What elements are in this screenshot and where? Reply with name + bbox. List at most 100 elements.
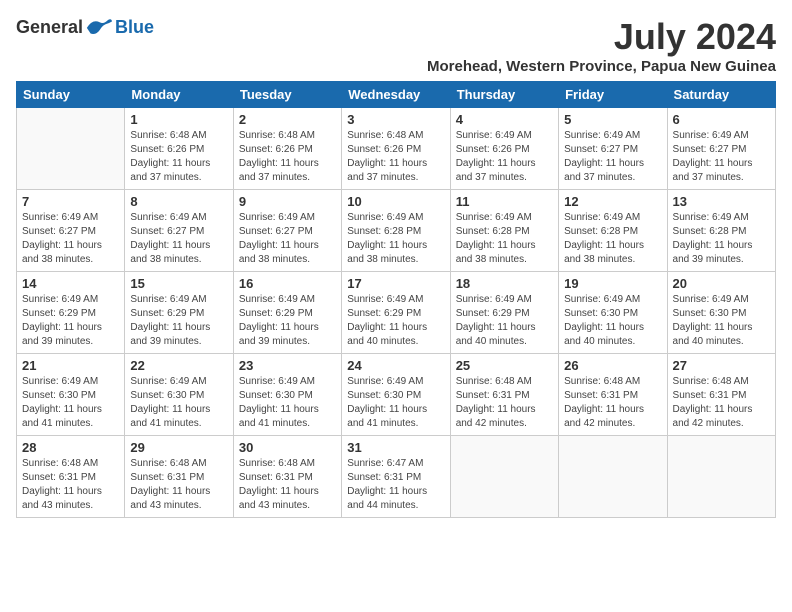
- calendar-table: SundayMondayTuesdayWednesdayThursdayFrid…: [16, 81, 776, 518]
- calendar-week-row: 28 Sunrise: 6:48 AMSunset: 6:31 PMDayligh…: [17, 436, 776, 518]
- day-number: 22: [130, 358, 227, 373]
- day-info: Sunrise: 6:48 AMSunset: 6:31 PMDaylight:…: [456, 375, 553, 431]
- calendar-cell: 7 Sunrise: 6:49 AMSunset: 6:27 PMDaylight…: [17, 190, 125, 272]
- day-info: Sunrise: 6:48 AMSunset: 6:26 PMDaylight:…: [130, 129, 227, 185]
- calendar-cell: 12Sunrise: 6:49 AMSunset: 6:28 PMDayligh…: [559, 190, 667, 272]
- day-number: 18: [456, 276, 553, 291]
- day-info: Sunrise: 6:48 AMSunset: 6:26 PMDaylight:…: [347, 129, 444, 185]
- calendar-cell: 31Sunrise: 6:47 AMSunset: 6:31 PMDayligh…: [342, 436, 450, 518]
- logo: General Blue: [16, 16, 154, 38]
- day-number: 11: [456, 194, 553, 209]
- calendar-header-saturday: Saturday: [667, 82, 775, 108]
- calendar-cell: [17, 108, 125, 190]
- calendar-week-row: 21 Sunrise: 6:49 AMSunset: 6:30 PMDayligh…: [17, 354, 776, 436]
- calendar-cell: 9 Sunrise: 6:49 AMSunset: 6:27 PMDaylight…: [233, 190, 341, 272]
- day-number: 3: [347, 112, 444, 127]
- main-title: July 2024: [427, 16, 776, 58]
- day-number: 10: [347, 194, 444, 209]
- day-number: 16: [239, 276, 336, 291]
- day-number: 29: [130, 440, 227, 455]
- calendar-cell: 15Sunrise: 6:49 AMSunset: 6:29 PMDayligh…: [125, 272, 233, 354]
- day-info: Sunrise: 6:49 AMSunset: 6:26 PMDaylight:…: [456, 129, 553, 185]
- calendar-cell: 25 Sunrise: 6:48 AMSunset: 6:31 PMDayligh…: [450, 354, 558, 436]
- day-info: Sunrise: 6:48 AMSunset: 6:31 PMDaylight:…: [130, 457, 227, 513]
- calendar-header-friday: Friday: [559, 82, 667, 108]
- day-info: Sunrise: 6:49 AMSunset: 6:27 PMDaylight:…: [239, 211, 336, 267]
- day-number: 14: [22, 276, 119, 291]
- day-info: Sunrise: 6:49 AMSunset: 6:29 PMDaylight:…: [239, 293, 336, 349]
- subtitle: Morehead, Western Province, Papua New Gu…: [427, 58, 776, 75]
- calendar-cell: 14 Sunrise: 6:49 AMSunset: 6:29 PMDayligh…: [17, 272, 125, 354]
- calendar-header-wednesday: Wednesday: [342, 82, 450, 108]
- day-info: Sunrise: 6:48 AMSunset: 6:31 PMDaylight:…: [564, 375, 661, 431]
- calendar-header-row: SundayMondayTuesdayWednesdayThursdayFrid…: [17, 82, 776, 108]
- calendar-cell: 16 Sunrise: 6:49 AMSunset: 6:29 PMDayligh…: [233, 272, 341, 354]
- calendar-header-tuesday: Tuesday: [233, 82, 341, 108]
- calendar-cell: 20Sunrise: 6:49 AMSunset: 6:30 PMDayligh…: [667, 272, 775, 354]
- calendar-cell: 4Sunrise: 6:49 AMSunset: 6:26 PMDaylight…: [450, 108, 558, 190]
- calendar-cell: [559, 436, 667, 518]
- day-info: Sunrise: 6:48 AMSunset: 6:31 PMDaylight:…: [239, 457, 336, 513]
- day-info: Sunrise: 6:49 AMSunset: 6:30 PMDaylight:…: [239, 375, 336, 431]
- day-info: Sunrise: 6:48 AMSunset: 6:31 PMDaylight:…: [673, 375, 770, 431]
- day-number: 15: [130, 276, 227, 291]
- calendar-cell: 21 Sunrise: 6:49 AMSunset: 6:30 PMDayligh…: [17, 354, 125, 436]
- calendar-cell: [450, 436, 558, 518]
- day-number: 1: [130, 112, 227, 127]
- calendar-header-sunday: Sunday: [17, 82, 125, 108]
- title-section: July 2024 Morehead, Western Province, Pa…: [427, 16, 776, 75]
- day-info: Sunrise: 6:49 AMSunset: 6:30 PMDaylight:…: [347, 375, 444, 431]
- calendar-cell: 3 Sunrise: 6:48 AMSunset: 6:26 PMDaylight…: [342, 108, 450, 190]
- day-info: Sunrise: 6:49 AMSunset: 6:28 PMDaylight:…: [347, 211, 444, 267]
- day-info: Sunrise: 6:49 AMSunset: 6:28 PMDaylight:…: [564, 211, 661, 267]
- calendar-week-row: 14 Sunrise: 6:49 AMSunset: 6:29 PMDayligh…: [17, 272, 776, 354]
- calendar-cell: 5Sunrise: 6:49 AMSunset: 6:27 PMDaylight…: [559, 108, 667, 190]
- calendar-cell: 27Sunrise: 6:48 AMSunset: 6:31 PMDayligh…: [667, 354, 775, 436]
- calendar-cell: 30 Sunrise: 6:48 AMSunset: 6:31 PMDayligh…: [233, 436, 341, 518]
- calendar-cell: 2Sunrise: 6:48 AMSunset: 6:26 PMDaylight…: [233, 108, 341, 190]
- day-number: 19: [564, 276, 661, 291]
- day-info: Sunrise: 6:49 AMSunset: 6:27 PMDaylight:…: [673, 129, 770, 185]
- day-number: 13: [673, 194, 770, 209]
- day-number: 28: [22, 440, 119, 455]
- calendar-cell: 29 Sunrise: 6:48 AMSunset: 6:31 PMDayligh…: [125, 436, 233, 518]
- logo-bird-icon: [85, 16, 113, 38]
- day-number: 26: [564, 358, 661, 373]
- calendar-cell: 19 Sunrise: 6:49 AMSunset: 6:30 PMDayligh…: [559, 272, 667, 354]
- day-info: Sunrise: 6:48 AMSunset: 6:31 PMDaylight:…: [22, 457, 119, 513]
- calendar-cell: 11 Sunrise: 6:49 AMSunset: 6:28 PMDayligh…: [450, 190, 558, 272]
- day-info: Sunrise: 6:49 AMSunset: 6:30 PMDaylight:…: [564, 293, 661, 349]
- day-info: Sunrise: 6:49 AMSunset: 6:27 PMDaylight:…: [22, 211, 119, 267]
- day-info: Sunrise: 6:49 AMSunset: 6:29 PMDaylight:…: [22, 293, 119, 349]
- calendar-header-monday: Monday: [125, 82, 233, 108]
- logo-general: General: [16, 17, 83, 38]
- day-info: Sunrise: 6:49 AMSunset: 6:30 PMDaylight:…: [130, 375, 227, 431]
- day-number: 21: [22, 358, 119, 373]
- day-number: 25: [456, 358, 553, 373]
- calendar-week-row: 1 Sunrise: 6:48 AMSunset: 6:26 PMDaylight…: [17, 108, 776, 190]
- day-number: 24: [347, 358, 444, 373]
- day-number: 9: [239, 194, 336, 209]
- day-info: Sunrise: 6:47 AMSunset: 6:31 PMDaylight:…: [347, 457, 444, 513]
- day-info: Sunrise: 6:49 AMSunset: 6:28 PMDaylight:…: [456, 211, 553, 267]
- day-number: 8: [130, 194, 227, 209]
- page-header: General Blue July 2024 Morehead, Western…: [16, 16, 776, 75]
- day-info: Sunrise: 6:49 AMSunset: 6:29 PMDaylight:…: [347, 293, 444, 349]
- calendar-cell: 22 Sunrise: 6:49 AMSunset: 6:30 PMDayligh…: [125, 354, 233, 436]
- day-info: Sunrise: 6:49 AMSunset: 6:28 PMDaylight:…: [673, 211, 770, 267]
- day-info: Sunrise: 6:49 AMSunset: 6:27 PMDaylight:…: [564, 129, 661, 185]
- calendar-week-row: 7 Sunrise: 6:49 AMSunset: 6:27 PMDaylight…: [17, 190, 776, 272]
- day-number: 30: [239, 440, 336, 455]
- day-number: 17: [347, 276, 444, 291]
- calendar-cell: 10 Sunrise: 6:49 AMSunset: 6:28 PMDayligh…: [342, 190, 450, 272]
- day-number: 23: [239, 358, 336, 373]
- calendar-cell: 1 Sunrise: 6:48 AMSunset: 6:26 PMDaylight…: [125, 108, 233, 190]
- day-number: 7: [22, 194, 119, 209]
- day-number: 2: [239, 112, 336, 127]
- day-info: Sunrise: 6:49 AMSunset: 6:29 PMDaylight:…: [456, 293, 553, 349]
- calendar-header-thursday: Thursday: [450, 82, 558, 108]
- calendar-cell: 13 Sunrise: 6:49 AMSunset: 6:28 PMDayligh…: [667, 190, 775, 272]
- day-info: Sunrise: 6:49 AMSunset: 6:30 PMDaylight:…: [673, 293, 770, 349]
- logo-blue: Blue: [115, 17, 154, 38]
- day-info: Sunrise: 6:49 AMSunset: 6:30 PMDaylight:…: [22, 375, 119, 431]
